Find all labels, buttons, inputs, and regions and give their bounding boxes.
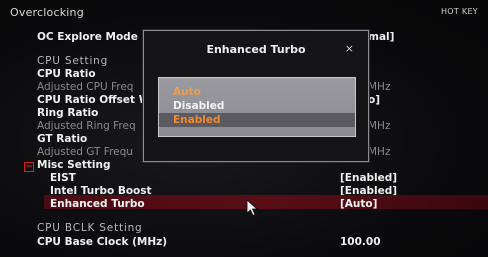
option-auto[interactable]: Auto xyxy=(173,85,353,99)
enhanced-turbo-label: Enhanced Turbo xyxy=(50,198,145,210)
cpu-base-clock-label: CPU Base Clock (MHz) xyxy=(37,236,168,248)
oc-explore-mode-value: mal] xyxy=(368,31,395,43)
cpu-bclk-header-row: CPU BCLK Setting xyxy=(0,222,488,235)
adjusted-ring-frequency-value: MHz xyxy=(368,120,391,132)
cpu-ratio-label: CPU Ratio xyxy=(37,68,96,80)
cpu-ratio-offset-label: CPU Ratio Offset W xyxy=(37,94,151,106)
ring-ratio-label: Ring Ratio xyxy=(37,107,99,119)
oc-explore-mode-label: OC Explore Mode xyxy=(37,31,138,43)
hotkey-button[interactable]: HOT KEY xyxy=(441,7,478,16)
page-title: Overclocking xyxy=(10,6,84,19)
gt-ratio-label: GT Ratio xyxy=(37,133,88,145)
adjusted-cpu-frequency-label: Adjusted CPU Freq xyxy=(37,81,134,93)
dialog-title: Enhanced Turbo xyxy=(206,43,306,56)
mouse-cursor-icon xyxy=(246,199,259,217)
misc-setting-label: Misc Setting xyxy=(37,159,111,171)
close-icon[interactable]: × xyxy=(345,42,354,55)
eist-value: [Enabled] xyxy=(340,172,398,184)
eist-label: EIST xyxy=(50,172,76,184)
cpu-setting-header: CPU Setting xyxy=(37,55,109,67)
option-enabled[interactable]: Enabled xyxy=(173,113,353,127)
cpu-bclk-header: CPU BCLK Setting xyxy=(37,222,143,234)
cpu-base-clock-value: 100.00 xyxy=(340,236,381,248)
option-list: Auto Disabled Enabled xyxy=(158,77,356,137)
cpu-base-clock-row[interactable]: CPU Base Clock (MHz) 100.00 xyxy=(0,236,488,249)
cpu-ratio-offset-value: o] xyxy=(368,94,381,106)
eist-row[interactable]: EIST [Enabled] xyxy=(0,172,488,185)
adjusted-cpu-frequency-value: MHz xyxy=(368,81,391,93)
enhanced-turbo-value: [Auto] xyxy=(340,198,378,210)
option-disabled[interactable]: Disabled xyxy=(173,99,353,113)
adjusted-ring-frequency-label: Adjusted Ring Freq xyxy=(37,120,136,132)
adjusted-gt-frequency-value: MHz xyxy=(368,146,391,158)
bios-screen: Overclocking HOT KEY OC Explore Mode mal… xyxy=(0,0,488,257)
enhanced-turbo-dialog: Enhanced Turbo × Auto Disabled Enabled xyxy=(143,30,369,162)
adjusted-gt-frequency-label: Adjusted GT Frequ xyxy=(37,146,133,158)
enhanced-turbo-row[interactable]: Enhanced Turbo [Auto] xyxy=(0,198,488,211)
